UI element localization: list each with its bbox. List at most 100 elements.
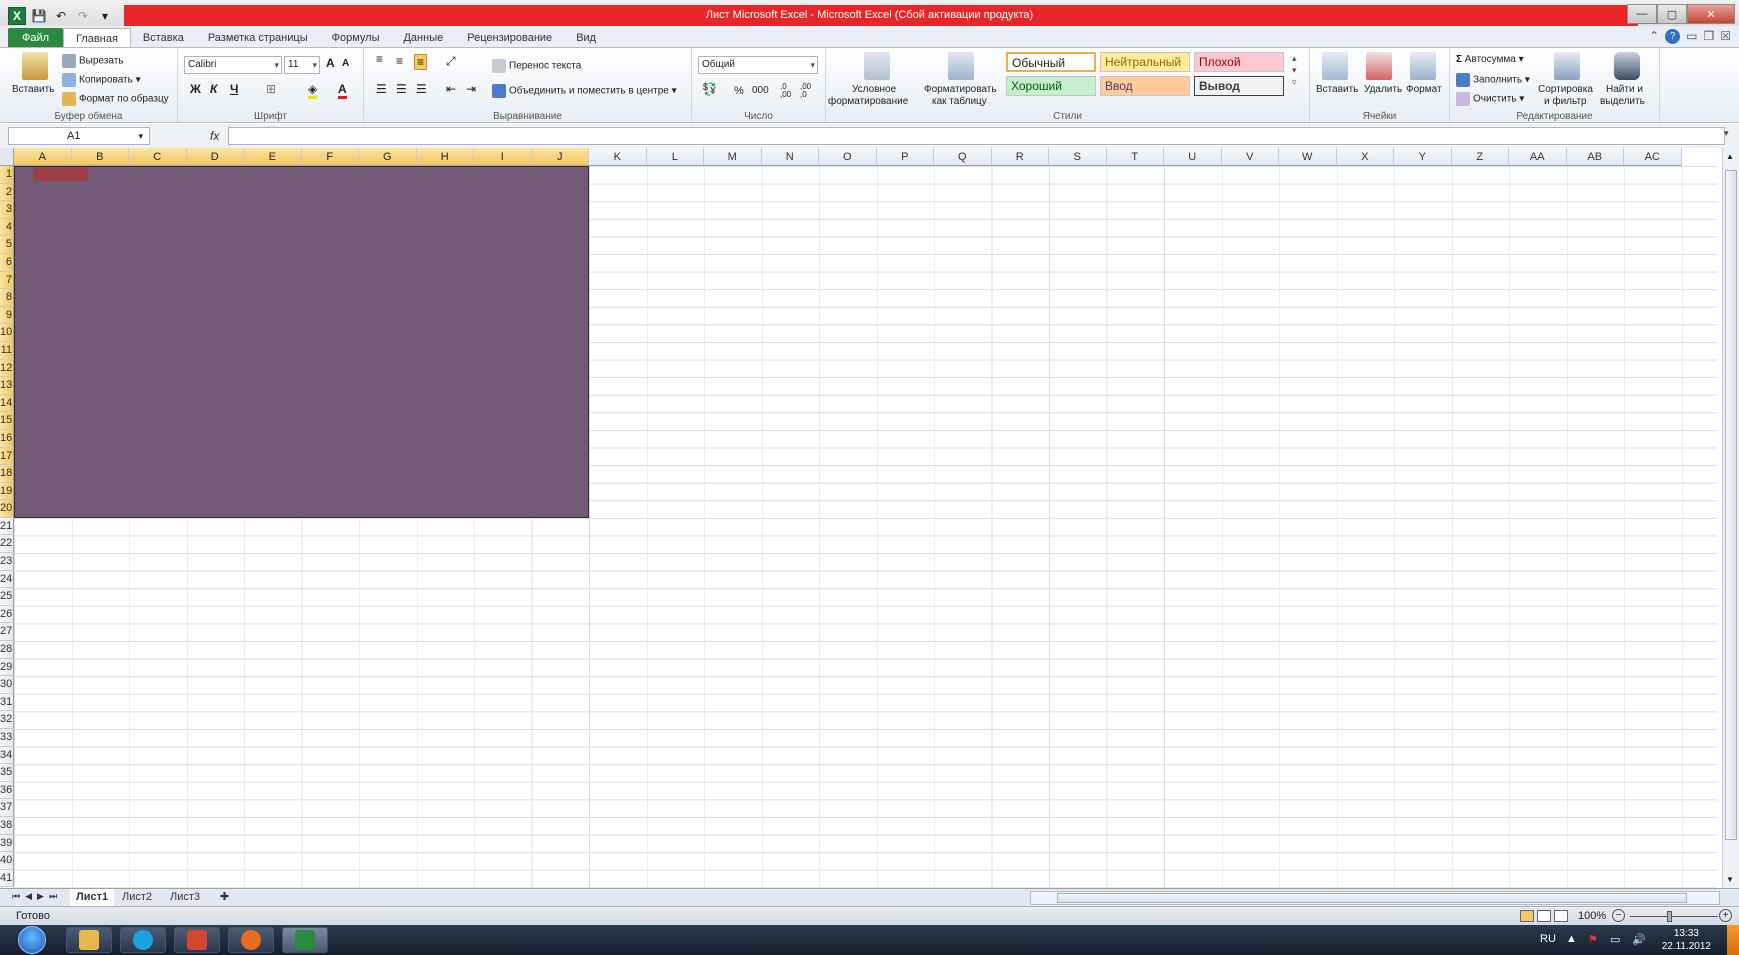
zoom-level[interactable]: 100% <box>1578 910 1606 922</box>
select-all-corner[interactable] <box>0 148 14 166</box>
decrease-decimal-button[interactable]: ,00 ,0 <box>800 83 816 99</box>
row-header[interactable]: 38 <box>0 816 14 835</box>
sort-filter-label-2[interactable]: и фильтр <box>1544 96 1587 107</box>
row-header[interactable]: 28 <box>0 641 14 659</box>
row-header[interactable]: 26 <box>0 605 14 624</box>
tab-page-layout[interactable]: Разметка страницы <box>196 28 320 48</box>
excel-app-icon[interactable]: X <box>8 7 26 25</box>
row-header[interactable]: 5 <box>0 236 14 254</box>
column-header[interactable]: O <box>819 148 877 166</box>
fill-color-icon[interactable]: ◈ <box>308 82 318 99</box>
horizontal-scrollbar[interactable] <box>1030 891 1720 905</box>
column-header[interactable]: S <box>1049 148 1107 166</box>
number-format-select[interactable]: Общий <box>698 56 818 74</box>
tab-home[interactable]: Главная <box>63 28 131 48</box>
column-header[interactable]: R <box>991 148 1049 166</box>
expand-formula-bar-icon[interactable]: ▾ <box>1724 128 1736 142</box>
find-select-label-1[interactable]: Найти и <box>1606 84 1643 95</box>
row-header[interactable]: 23 <box>0 553 14 571</box>
style-input[interactable]: Ввод <box>1100 76 1190 96</box>
borders-icon[interactable]: ⊞ <box>266 82 276 96</box>
sheet-tab-3[interactable]: Лист3 <box>164 889 206 906</box>
redo-icon[interactable]: ↷ <box>74 7 92 25</box>
sheet-tab-1[interactable]: Лист1 <box>70 889 115 906</box>
autosum-button[interactable]: Σ Автосумма ▾ <box>1456 54 1524 65</box>
sort-filter-label-1[interactable]: Сортировка <box>1538 84 1593 95</box>
show-desktop-button[interactable] <box>1727 925 1739 955</box>
zoom-out-button[interactable]: − <box>1612 909 1625 922</box>
row-header[interactable]: 19 <box>0 482 14 501</box>
page-layout-view-icon[interactable] <box>1537 910 1551 922</box>
shrink-font-button[interactable]: A <box>342 58 349 69</box>
conditional-format-label-1[interactable]: Условное <box>852 84 896 95</box>
row-header[interactable]: 29 <box>0 658 14 677</box>
row-header[interactable]: 24 <box>0 570 14 589</box>
taskbar-explorer[interactable] <box>66 927 112 953</box>
style-neutral[interactable]: Нейтральный <box>1100 52 1190 72</box>
column-header[interactable]: AC <box>1624 148 1682 166</box>
taskbar-excel[interactable] <box>282 927 328 953</box>
font-size-select[interactable]: 11 <box>284 56 320 74</box>
format-painter-button[interactable]: Формат по образцу <box>62 92 169 106</box>
undo-icon[interactable]: ↶ <box>52 7 70 25</box>
underline-button[interactable]: Ч <box>230 82 238 96</box>
row-header[interactable]: 16 <box>0 429 14 448</box>
action-center-flag-icon[interactable]: ⚑ <box>1588 933 1598 946</box>
row-header[interactable]: 12 <box>0 359 14 378</box>
vertical-scroll-thumb[interactable] <box>1725 170 1737 840</box>
zoom-slider-thumb[interactable] <box>1667 911 1672 922</box>
align-center-icon[interactable]: ☰ <box>396 82 407 96</box>
column-header[interactable]: E <box>244 148 302 166</box>
column-header[interactable]: AA <box>1509 148 1567 166</box>
increase-decimal-button[interactable]: ,0 ,00 <box>780 83 796 99</box>
align-right-icon[interactable]: ☰ <box>416 82 427 96</box>
increase-indent-icon[interactable]: ⇥ <box>466 82 476 96</box>
zoom-slider-track[interactable] <box>1630 916 1718 917</box>
chevron-down-icon[interactable]: ▾ <box>138 128 143 144</box>
row-header[interactable]: 37 <box>0 799 14 817</box>
doc-minimize-icon[interactable]: ▭ <box>1686 29 1697 44</box>
column-header[interactable]: M <box>704 148 762 166</box>
start-button[interactable] <box>18 926 46 954</box>
tray-expand-icon[interactable]: ▲ <box>1566 933 1577 945</box>
align-left-icon[interactable]: ☰ <box>376 82 387 96</box>
save-icon[interactable]: 💾 <box>30 7 48 25</box>
insert-function-button[interactable]: fx <box>210 129 219 143</box>
align-bottom-icon[interactable]: ≡ <box>414 54 428 70</box>
delete-cells-button[interactable]: Удалить <box>1364 84 1402 95</box>
row-header[interactable]: 4 <box>0 218 14 237</box>
scroll-down-icon[interactable]: ▼ <box>1726 875 1734 884</box>
minimize-button[interactable]: — <box>1627 4 1657 24</box>
help-icon[interactable]: ? <box>1665 29 1681 44</box>
row-header[interactable]: 1 <box>0 166 14 184</box>
network-icon[interactable]: ▭ <box>1610 933 1620 946</box>
column-header[interactable]: V <box>1221 148 1279 166</box>
paste-button[interactable]: Вставить <box>12 84 54 95</box>
insert-cells-icon[interactable] <box>1322 52 1348 80</box>
format-as-table-label-1[interactable]: Форматировать <box>924 84 997 95</box>
row-header[interactable]: 39 <box>0 834 14 853</box>
tab-formulas[interactable]: Формулы <box>320 28 392 48</box>
grow-font-button[interactable]: A <box>326 56 335 70</box>
tab-insert[interactable]: Вставка <box>131 28 196 48</box>
row-header[interactable]: 40 <box>0 852 14 870</box>
row-header[interactable]: 2 <box>0 183 14 202</box>
column-header[interactable]: I <box>474 148 532 166</box>
maximize-button[interactable]: ▢ <box>1657 4 1687 24</box>
row-header[interactable]: 8 <box>0 289 14 307</box>
copy-button[interactable]: Копировать ▾ <box>62 73 141 87</box>
clear-button[interactable]: Очистить ▾ <box>1456 92 1524 106</box>
row-header[interactable]: 30 <box>0 676 14 694</box>
insert-cells-button[interactable]: Вставить <box>1316 84 1358 95</box>
row-header[interactable]: 35 <box>0 764 14 782</box>
sheet-nav-arrows[interactable]: ⏮◀▶⏭ <box>12 891 62 902</box>
column-header[interactable]: B <box>71 148 129 166</box>
column-header[interactable]: L <box>646 148 704 166</box>
row-header[interactable]: 36 <box>0 781 14 800</box>
row-header[interactable]: 34 <box>0 746 14 765</box>
italic-button[interactable]: К <box>210 82 217 96</box>
scroll-up-icon[interactable]: ▲ <box>1726 152 1734 161</box>
column-header[interactable]: T <box>1106 148 1164 166</box>
column-header[interactable]: D <box>186 148 244 166</box>
column-header[interactable]: J <box>531 148 589 166</box>
